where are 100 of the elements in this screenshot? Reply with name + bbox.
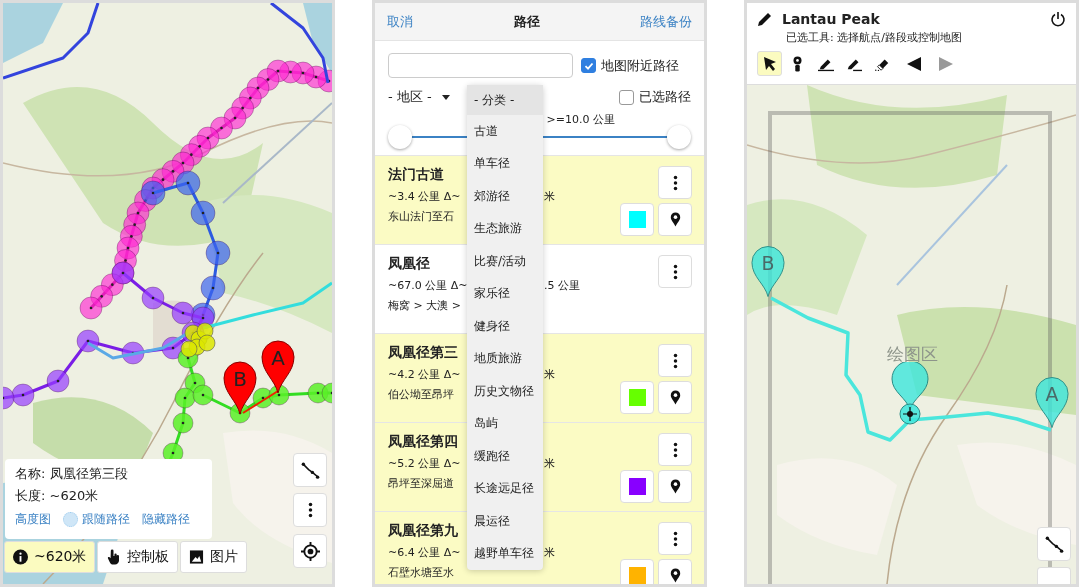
more-button[interactable]	[658, 522, 692, 555]
route-description: 石壁水塘至水	[388, 565, 454, 580]
image-icon	[189, 549, 205, 565]
route-description: 伯公坳至昂坪	[388, 387, 454, 402]
locate-route-button[interactable]	[658, 203, 692, 236]
checkbox[interactable]	[581, 58, 596, 73]
checkbox[interactable]	[619, 89, 634, 105]
menu-item[interactable]: 晨运径	[467, 505, 543, 538]
slider-thumb[interactable]	[388, 125, 412, 149]
length-button[interactable]: ~620米	[4, 541, 96, 573]
menu-item[interactable]: 缓跑径	[467, 440, 543, 473]
link[interactable]: 高度图	[15, 511, 51, 528]
map-marker[interactable]: A	[1035, 376, 1069, 430]
slider-thumb[interactable]	[667, 125, 691, 149]
menu-item[interactable]: 越野单车径	[467, 537, 543, 570]
route-icon	[1044, 534, 1064, 554]
route-title: 凤凰径第九	[388, 522, 458, 540]
menu-item[interactable]: 历史文物径	[467, 375, 543, 408]
map-pin-icon	[669, 567, 681, 584]
checkbox-label: 已选路径	[639, 88, 691, 106]
menu-item[interactable]: 家乐径	[467, 277, 543, 310]
drawing-area-label: 绘图区	[887, 343, 938, 366]
route-stats: 米	[544, 189, 555, 204]
more-icon	[672, 530, 678, 547]
more-button[interactable]	[293, 493, 327, 527]
map-marker[interactable]: B	[751, 245, 785, 299]
more-icon	[672, 263, 678, 280]
route-stats: ~67.0 公里 Δ~	[388, 278, 468, 293]
color-button[interactable]	[620, 559, 654, 584]
route-title: 凤凰径第四	[388, 433, 458, 451]
waypoint-icon	[793, 55, 802, 72]
tool-status: 已选工具: 选择航点/路段或控制地图	[786, 30, 963, 45]
locate-icon	[300, 541, 320, 561]
route-stats: ~5.2 公里 Δ~	[388, 456, 461, 471]
route-description: 昂坪至深屈道	[388, 476, 454, 491]
cursor-icon	[761, 55, 778, 72]
search-field[interactable]	[388, 53, 573, 78]
menu-item[interactable]: 健身径	[467, 310, 543, 343]
link[interactable]: 跟随路径	[82, 511, 130, 528]
menu-item[interactable]: 长途远足径	[467, 472, 543, 505]
map-pin-icon	[669, 389, 681, 406]
more-icon	[672, 174, 678, 191]
pencil-icon	[757, 11, 773, 27]
hand-pointer-icon	[106, 549, 122, 565]
screen-title: 路径	[513, 12, 540, 31]
more-button[interactable]	[658, 166, 692, 199]
route-button[interactable]	[1037, 527, 1071, 561]
menu-item[interactable]: 单车径	[467, 147, 543, 180]
menu-item[interactable]: 古道	[467, 115, 543, 148]
link[interactable]: 隐藏路径	[142, 511, 190, 528]
pictures-button[interactable]: 图片	[180, 541, 248, 573]
color-button[interactable]	[620, 203, 654, 236]
menu-item[interactable]: 比赛/活动	[467, 245, 543, 278]
more-button[interactable]	[658, 344, 692, 377]
route-stats: 米	[544, 545, 555, 560]
route-name: 名称: 凤凰径第三段	[15, 465, 129, 483]
cancel-link[interactable]: 取消	[387, 12, 413, 31]
route-button[interactable]	[293, 453, 327, 487]
route-stats: ~3.4 公里 Δ~	[388, 189, 461, 204]
route-stats: ~6.4 公里 Δ~	[388, 545, 461, 560]
backup-link[interactable]: 路线备份	[640, 12, 692, 31]
power-icon[interactable]	[1050, 11, 1066, 27]
map-marker[interactable]: A	[261, 340, 295, 394]
route-stats: 米	[544, 367, 555, 382]
locate-route-button[interactable]	[658, 559, 692, 584]
more-icon	[672, 441, 678, 458]
more-icon	[672, 352, 678, 369]
more-button[interactable]	[658, 255, 692, 288]
route-description: 东山法门至石	[388, 209, 454, 224]
map-marker[interactable]: B	[223, 361, 257, 415]
locate-button[interactable]	[293, 534, 327, 568]
right-triangle-icon	[937, 55, 954, 72]
left-triangle-icon	[905, 55, 922, 72]
follow-icon	[63, 512, 78, 527]
waypoint-marker[interactable]	[891, 362, 929, 426]
route-stats: .5 公里	[544, 278, 580, 293]
region-dropdown[interactable]: - 地区 -	[388, 88, 432, 106]
color-button[interactable]	[620, 470, 654, 503]
route-icon	[300, 460, 320, 480]
control-panel-button[interactable]: 控制板	[97, 541, 179, 573]
checkbox-label: 地图附近路径	[601, 56, 679, 75]
info-icon	[13, 549, 28, 565]
menu-item[interactable]: - 分类 -	[467, 85, 543, 115]
route-title: 凤凰径第三	[388, 344, 458, 362]
menu-item[interactable]: 郊游径	[467, 180, 543, 213]
locate-route-button[interactable]	[658, 470, 692, 503]
color-button[interactable]	[620, 381, 654, 414]
route-description: 梅窝 > 大澳 >	[388, 298, 461, 313]
route-stats: 米	[544, 456, 555, 471]
map-pin-icon	[669, 478, 681, 495]
more-button[interactable]	[658, 433, 692, 466]
menu-item[interactable]: 岛屿	[467, 407, 543, 440]
route-title: 法门古道	[388, 166, 444, 184]
menu-item[interactable]: 生态旅游	[467, 212, 543, 245]
locate-route-button[interactable]	[658, 381, 692, 414]
map-pin-icon	[669, 211, 681, 228]
route-length: 长度: ~620米	[15, 487, 100, 505]
menu-item[interactable]: 地质旅游	[467, 342, 543, 375]
select-tool-button[interactable]	[757, 51, 782, 76]
caret-icon	[441, 94, 450, 100]
